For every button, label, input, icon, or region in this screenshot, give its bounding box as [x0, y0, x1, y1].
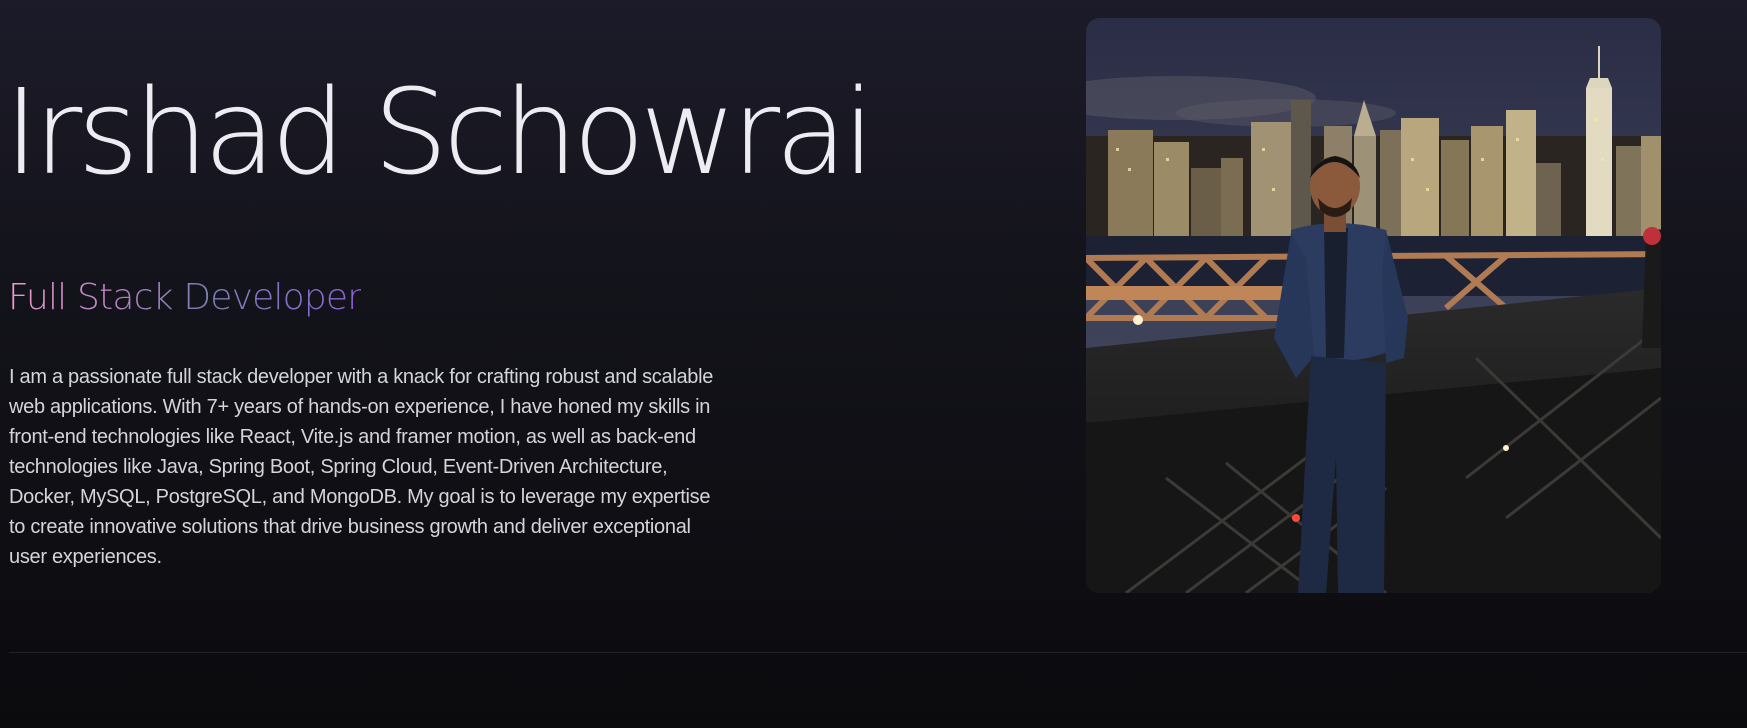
section-divider: [9, 652, 1747, 653]
hero-name: Irshad Schowrai: [4, 63, 875, 201]
profile-photo: [1086, 18, 1661, 593]
hero-bio: I am a passionate full stack developer w…: [9, 366, 714, 568]
hero-role: Full Stack Developer: [8, 277, 362, 318]
